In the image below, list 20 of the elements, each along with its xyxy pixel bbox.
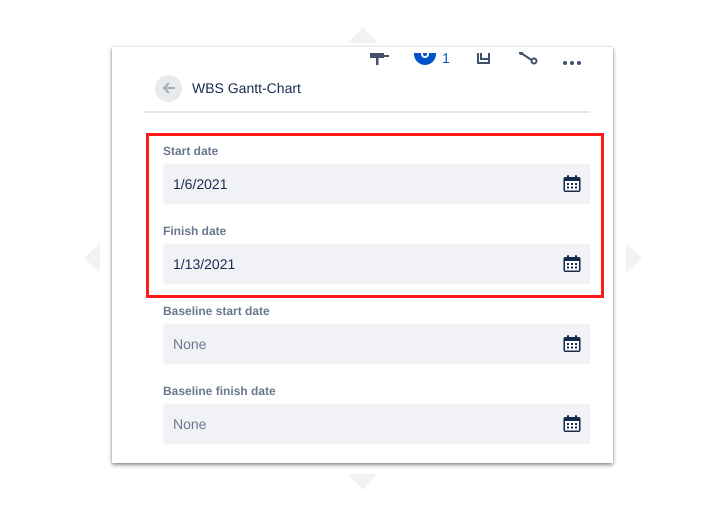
calendar-icon[interactable] [562,334,582,354]
field-label: Finish date [163,223,228,240]
share-icon[interactable] [518,52,538,65]
field-label: Baseline start date [163,303,271,320]
calendar-icon[interactable] [562,174,582,194]
watchers-count: 1 [442,51,450,65]
date-field[interactable]: None [163,324,590,364]
field-label: Start date [163,143,220,160]
date-field[interactable]: 1/13/2021 [163,244,590,284]
calendar-icon[interactable] [562,414,582,434]
more-icon[interactable] [563,61,581,65]
field-label: Baseline finish date [163,383,277,400]
calendar-icon[interactable] [562,254,582,274]
date-field[interactable]: None [163,404,590,444]
eye-icon[interactable] [414,53,436,65]
copy-icon[interactable] [475,53,493,65]
arrow-left-icon [162,81,176,95]
page-title: WBS Gantt-Chart [192,80,301,96]
date-field[interactable]: 1/6/2021 [163,164,590,204]
paint-roller-icon[interactable] [369,53,391,65]
